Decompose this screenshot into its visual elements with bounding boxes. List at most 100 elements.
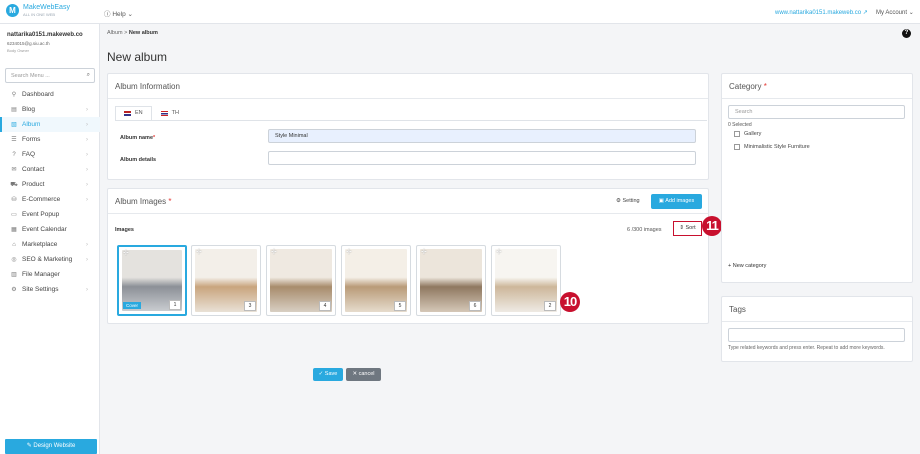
album-image-thumbnail[interactable]: ✛ 3: [191, 245, 261, 316]
sidebar-item-label: E-Commerce: [22, 196, 61, 203]
sidebar-item-file-manager[interactable]: ▥ File Manager: [0, 267, 100, 282]
logo-mark-icon: M: [6, 4, 19, 17]
image-order-number[interactable]: 1: [169, 300, 181, 310]
category-title: Category *: [729, 82, 767, 91]
sidebar-item-label: Album: [22, 121, 41, 128]
sidebar-item-event-popup[interactable]: ▭ Event Popup: [0, 207, 100, 222]
move-icon[interactable]: ✛: [123, 249, 129, 257]
album-information-title: Album Information: [115, 82, 180, 91]
my-account-label: My Account: [876, 10, 908, 16]
chevron-right-icon: ›: [86, 196, 88, 203]
move-icon[interactable]: ✛: [496, 248, 502, 256]
file-manager-icon: ▥: [11, 272, 17, 278]
images-label: Images: [115, 227, 134, 233]
blog-icon: ▤: [11, 107, 17, 113]
chevron-right-icon: ›: [86, 151, 88, 158]
contact-icon: ✉: [11, 167, 17, 173]
tab-th[interactable]: TH: [152, 106, 188, 121]
image-order-number[interactable]: 3: [244, 301, 256, 311]
sidebar-item-label: Dashboard: [22, 91, 54, 98]
image-order-number[interactable]: 4: [319, 301, 331, 311]
brand-name: MakeWebEasy: [23, 4, 70, 11]
sidebar-item-site-settings[interactable]: ⚙ Site Settings ›: [0, 282, 100, 297]
sidebar-item-label: Marketplace: [22, 241, 58, 248]
sidebar-item-faq[interactable]: ? FAQ ›: [0, 147, 100, 162]
language-tabs: EN TH: [115, 106, 188, 121]
tab-en[interactable]: EN: [115, 106, 152, 121]
category-search-input[interactable]: Search: [728, 105, 905, 119]
album-image-thumbnail[interactable]: ✛ 2: [491, 245, 561, 316]
sidebar-item-blog[interactable]: ▤ Blog ›: [0, 102, 100, 117]
chevron-down-icon: ⌄: [127, 11, 133, 18]
menu-search-placeholder: Search Menu ...: [11, 73, 50, 79]
save-button[interactable]: ✓ Save: [313, 368, 343, 381]
sidebar-item-marketplace[interactable]: ⌂ Marketplace ›: [0, 237, 100, 252]
sidebar-item-forms[interactable]: ☰ Forms ›: [0, 132, 100, 147]
sidebar-item-label: Site Settings: [22, 286, 59, 293]
category-option-gallery[interactable]: Gallery: [734, 131, 761, 137]
brand-logo[interactable]: M MakeWebEasy ALL IN ONE WEB: [6, 4, 70, 17]
chevron-right-icon: ›: [86, 286, 88, 293]
my-account-menu[interactable]: My Account ⌄: [876, 9, 914, 16]
move-icon[interactable]: ✛: [346, 248, 352, 256]
chevron-right-icon: ›: [86, 241, 88, 248]
sidebar-item-e-commerce[interactable]: ⛁ E-Commerce ›: [0, 192, 100, 207]
tags-input[interactable]: [728, 328, 905, 342]
menu-search-input[interactable]: Search Menu ... ⌕: [5, 68, 95, 83]
image-order-number[interactable]: 6: [469, 301, 481, 311]
sidebar-item-event-calendar[interactable]: ▦ Event Calendar: [0, 222, 100, 237]
help-menu[interactable]: ⓘ Help ⌄: [104, 8, 133, 18]
move-icon[interactable]: ✛: [421, 248, 427, 256]
checkbox[interactable]: [734, 131, 740, 137]
setting-button[interactable]: ⚙ Setting: [616, 198, 640, 204]
new-category-button[interactable]: + New category: [728, 263, 766, 269]
add-images-button[interactable]: ▣ Add images: [651, 194, 702, 209]
chevron-right-icon: ›: [86, 256, 88, 263]
sidebar-item-album[interactable]: ▧ Album ›: [0, 117, 100, 132]
category-option-minimalistic[interactable]: Minimalistic Style Furniture: [734, 144, 810, 150]
image-order-number[interactable]: 5: [394, 301, 406, 311]
top-bar: M MakeWebEasy ALL IN ONE WEB ⓘ Help ⌄ ww…: [0, 0, 920, 24]
image-order-number[interactable]: 2: [544, 301, 556, 311]
help-circle-icon: ⓘ: [104, 11, 111, 18]
album-details-label: Album details: [120, 157, 157, 163]
image-icon: ▣: [658, 198, 664, 204]
album-details-input[interactable]: [268, 151, 696, 165]
faq-icon: ?: [12, 151, 16, 158]
tab-th-label: TH: [171, 110, 179, 116]
sort-icon: ⇕: [679, 225, 684, 231]
move-icon[interactable]: ✛: [196, 248, 202, 256]
sidebar-item-product[interactable]: ⛟ Product ›: [0, 177, 100, 192]
design-website-label: Design Website: [33, 443, 76, 449]
move-icon[interactable]: ✛: [271, 248, 277, 256]
add-images-label: Add images: [665, 198, 695, 204]
page-title: New album: [107, 50, 168, 64]
settings-icon: ⚙: [11, 287, 17, 293]
sort-button[interactable]: ⇕ Sort: [673, 221, 702, 236]
external-link-icon: ↗: [862, 10, 868, 16]
sidebar-item-contact[interactable]: ✉ Contact ›: [0, 162, 100, 177]
setting-label: Setting: [622, 198, 640, 204]
sidebar-item-label: Product: [22, 181, 45, 188]
site-link[interactable]: www.nattarika0151.makeweb.co ↗: [775, 9, 868, 16]
category-panel: Category * Search 0 Selected + New categ…: [721, 73, 913, 283]
album-image-thumbnail[interactable]: ✛ Cover 1: [117, 245, 187, 316]
album-image-thumbnail[interactable]: ✛ 4: [266, 245, 336, 316]
sidebar-item-seo-marketing[interactable]: ◎ SEO & Marketing ›: [0, 252, 100, 267]
category-option-label: Gallery: [744, 131, 762, 137]
chevron-down-icon: ⌄: [908, 10, 914, 16]
design-website-button[interactable]: ✎ Design Website: [5, 439, 97, 454]
cancel-button[interactable]: ✕ cancel: [346, 368, 381, 381]
product-icon: ⛟: [10, 181, 18, 188]
user-role: Body Owner: [7, 48, 30, 53]
sidebar-item-dashboard[interactable]: ⚲ Dashboard: [0, 87, 100, 102]
help-icon[interactable]: ?: [902, 29, 911, 38]
uk-flag-icon: [124, 111, 131, 116]
album-image-thumbnail[interactable]: ✛ 5: [341, 245, 411, 316]
checkbox[interactable]: [734, 144, 740, 150]
album-image-thumbnail[interactable]: ✛ 6: [416, 245, 486, 316]
album-name-input[interactable]: Style Minimal: [268, 129, 696, 143]
breadcrumb-album[interactable]: Album: [107, 30, 123, 36]
album-images-title: Album Images *: [115, 197, 172, 206]
marketplace-icon: ⌂: [12, 241, 16, 248]
